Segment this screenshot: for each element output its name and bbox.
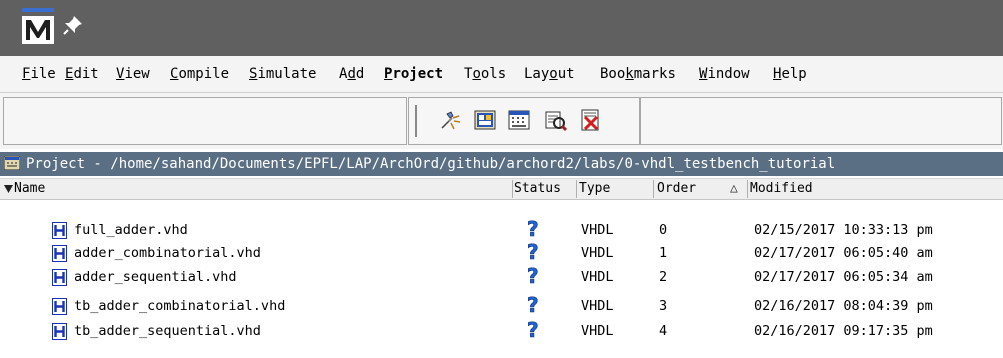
project-path-title: Project - /home/sahand/Documents/EPFL/LA… [26, 156, 836, 172]
file-order: 4 [659, 323, 668, 339]
column-order-header[interactable]: Order [657, 179, 717, 199]
file-name: tb_adder_combinatorial.vhd [74, 298, 286, 314]
column-status-header[interactable]: Status [514, 179, 576, 199]
file-type: VHDL [581, 222, 614, 238]
vhdl-file-icon [52, 245, 67, 262]
column-divider[interactable] [576, 180, 577, 198]
menu-file[interactable]: File [22, 65, 56, 83]
svg-text:?: ? [527, 320, 539, 340]
file-row[interactable]: full_adder.vhd? VHDL 0 02/15/2017 10:33:13 … [0, 218, 1003, 240]
column-menu-triangle-icon[interactable] [4, 185, 13, 193]
file-name: tb_adder_sequential.vhd [74, 323, 261, 339]
column-modified-header[interactable]: Modified [750, 179, 990, 199]
question-mark-status-icon: ? [527, 242, 539, 262]
toolbar-empty-area-right [640, 97, 1002, 145]
file-order: 2 [659, 269, 668, 285]
file-row[interactable]: tb_adder_combinatorial.vhd? VHDL 3 02/16/20… [0, 294, 1003, 316]
svg-text:?: ? [527, 295, 539, 315]
column-divider[interactable] [512, 180, 513, 198]
file-row[interactable]: adder_sequential.vhd? VHDL 2 02/17/2017 06:… [0, 265, 1003, 287]
file-row[interactable]: adder_combinatorial.vhd? VHDL 1 02/17/2017 … [0, 241, 1003, 263]
menu-compile[interactable]: Compile [170, 65, 229, 83]
file-name: full_adder.vhd [74, 222, 188, 238]
vhdl-file-icon [52, 298, 67, 315]
menu-add[interactable]: Add [339, 65, 364, 83]
column-divider[interactable] [653, 180, 654, 198]
svg-text:?: ? [527, 266, 539, 286]
simulate-icon[interactable] [507, 108, 531, 132]
svg-text:?: ? [527, 219, 539, 239]
project-toolbar-group [408, 97, 640, 145]
column-header-row: Name Status Type Order △ Modified [0, 178, 1003, 200]
question-mark-status-icon: ? [527, 320, 539, 340]
window-titlebar [0, 0, 1003, 56]
menu-tools[interactable]: Tools [464, 65, 506, 83]
compile-all-icon[interactable] [473, 108, 497, 132]
project-panel-header: Project - /home/sahand/Documents/EPFL/LA… [0, 152, 1003, 176]
file-modified: 02/16/2017 09:17:35 pm [754, 323, 933, 339]
column-divider[interactable] [747, 180, 748, 198]
column-type-header[interactable]: Type [579, 179, 649, 199]
menu-window[interactable]: Window [699, 65, 750, 83]
file-type: VHDL [581, 245, 614, 261]
menu-project[interactable]: Project [384, 65, 443, 83]
file-modified: 02/16/2017 08:04:39 pm [754, 298, 933, 314]
file-modified: 02/15/2017 10:33:13 pm [754, 222, 933, 238]
vhdl-file-icon [52, 269, 67, 286]
project-window-icon [4, 156, 20, 170]
column-name-header[interactable]: Name [14, 179, 509, 199]
file-type: VHDL [581, 269, 614, 285]
svg-text:?: ? [527, 242, 539, 262]
file-order: 1 [659, 245, 668, 261]
question-mark-status-icon: ? [527, 219, 539, 239]
modelsim-logo-icon[interactable] [22, 8, 54, 46]
menu-view[interactable]: View [116, 65, 150, 83]
file-name: adder_combinatorial.vhd [74, 245, 261, 261]
close-project-icon[interactable] [579, 108, 603, 132]
menu-simulate[interactable]: Simulate [249, 65, 316, 83]
file-row[interactable]: tb_adder_sequential.vhd? VHDL 4 02/16/2017 … [0, 319, 1003, 341]
pin-icon[interactable] [62, 14, 84, 36]
file-type: VHDL [581, 298, 614, 314]
vhdl-file-icon [52, 323, 67, 340]
sort-ascending-icon: △ [730, 181, 738, 196]
menu-bookmarks[interactable]: Bookmarks [600, 65, 676, 83]
toolbar [0, 93, 1003, 149]
menu-edit[interactable]: Edit [65, 65, 99, 83]
file-order: 3 [659, 298, 668, 314]
file-modified: 02/17/2017 06:05:34 am [754, 269, 933, 285]
menu-help[interactable]: Help [773, 65, 807, 83]
toolbar-grip[interactable] [415, 105, 417, 137]
file-type: VHDL [581, 323, 614, 339]
compile-icon[interactable] [439, 108, 463, 132]
file-modified: 02/17/2017 06:05:40 am [754, 245, 933, 261]
question-mark-status-icon: ? [527, 295, 539, 315]
file-name: adder_sequential.vhd [74, 269, 237, 285]
project-settings-icon[interactable] [543, 108, 567, 132]
toolbar-empty-area [3, 97, 407, 145]
menu-bar: File Edit View Compile Simulate Add Proj… [0, 56, 1003, 93]
file-order: 0 [659, 222, 668, 238]
vhdl-file-icon [52, 222, 67, 239]
menu-layout[interactable]: Layout [524, 65, 575, 83]
question-mark-status-icon: ? [527, 266, 539, 286]
